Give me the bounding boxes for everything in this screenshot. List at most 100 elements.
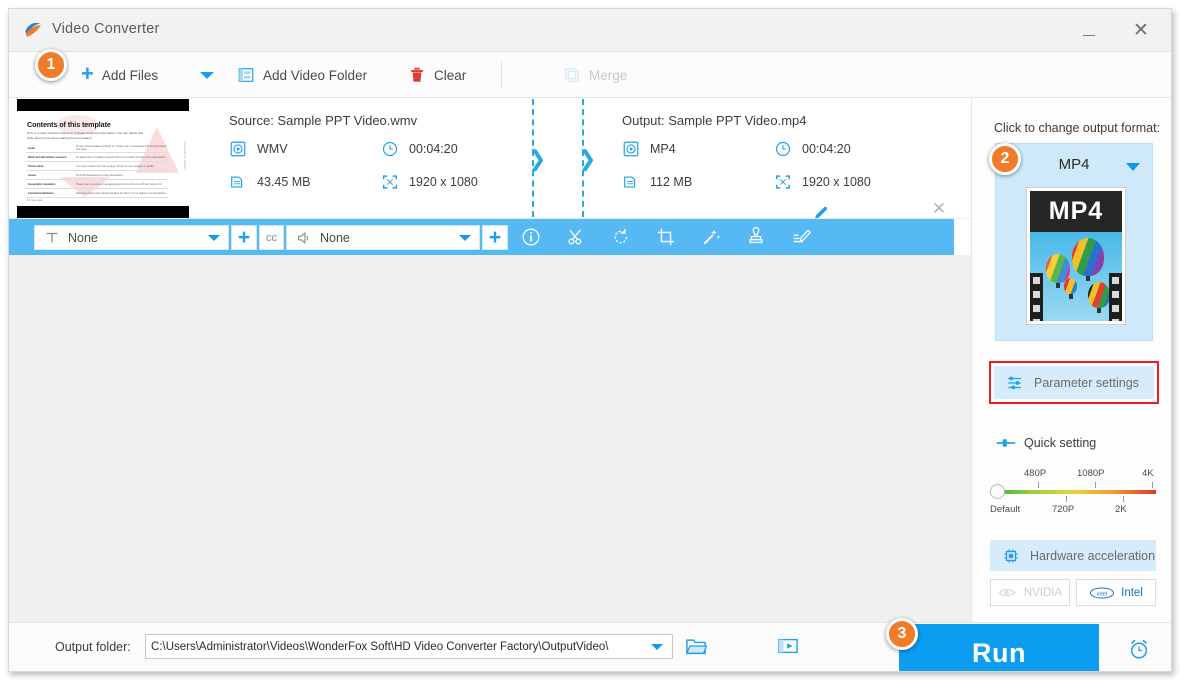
source-size: 43.45 MB (229, 173, 311, 191)
close-icon: ✕ (1133, 20, 1149, 41)
slide-subtitle: Here is a slide structure based on a The… (27, 131, 144, 141)
alarm-clock-icon[interactable] (1127, 637, 1151, 661)
slider-knob[interactable] (990, 484, 1005, 499)
audio-track-select[interactable]: None (286, 225, 480, 250)
add-subtitle-button[interactable]: + (231, 225, 257, 250)
video-thumbnail[interactable]: Contents of this template Here is a slid… (17, 99, 189, 218)
balloon-icon (1088, 282, 1110, 308)
remove-file-button[interactable]: ✕ (928, 198, 950, 220)
run-label: Run (972, 637, 1026, 668)
file-list-item[interactable]: Contents of this template Here is a slid… (9, 98, 971, 219)
subtitle-settings-button[interactable]: cc (259, 225, 284, 250)
output-format-panel: Click to change output format: MP4 MP4 P… (971, 98, 1171, 622)
slider-label-480p: 480P (1024, 468, 1047, 479)
slider-label-4k: 4K (1142, 468, 1154, 479)
nvidia-eye-icon (998, 589, 1016, 596)
slide-cell-val: All of the assessment of the presentatio… (76, 173, 124, 177)
title-bar: Video Converter ✕ (9, 9, 1171, 52)
add-video-folder-label: Add Video Folder (263, 67, 368, 83)
clear-button[interactable]: Clear (402, 52, 472, 98)
step-badge-1: 1 (35, 49, 67, 81)
subtitle-select[interactable]: None (34, 225, 229, 250)
slider-small-icon (996, 439, 1016, 447)
chevron-down-icon (208, 234, 220, 241)
slide-table-row: Goals To see what template currently is. … (26, 144, 168, 153)
effects-wand-icon[interactable] (701, 227, 721, 247)
crop-icon[interactable] (656, 227, 676, 247)
file-size-icon (624, 176, 636, 188)
chevron-down-icon[interactable] (1126, 163, 1140, 171)
slide-cell-val: To see what template currently is. Creat… (76, 145, 167, 151)
slide-cell-key: Goals (28, 146, 36, 150)
slider-track (998, 490, 1156, 494)
edit-toolbar: None + cc None + (9, 219, 954, 255)
run-button[interactable]: Run (899, 624, 1099, 671)
filmstrip-right (1109, 273, 1122, 321)
gpu-nvidia-label: NVIDIA (1023, 586, 1063, 599)
hardware-acceleration-button[interactable]: Hardware acceleration (990, 540, 1156, 571)
intel-logo-icon: intel (1090, 586, 1115, 599)
gpu-intel-button[interactable]: intel Intel (1076, 579, 1156, 606)
format-thumb-picture (1030, 232, 1122, 321)
close-button[interactable]: ✕ (1119, 9, 1163, 52)
video-preview-icon[interactable] (777, 636, 799, 656)
merge-icon (565, 68, 579, 82)
source-info-block: Source: Sample PPT Video.wmv WMV 43.45 M… (209, 98, 509, 218)
source-format: WMV (229, 140, 288, 158)
info-icon[interactable] (521, 227, 541, 247)
parameter-settings-highlight (989, 361, 1159, 404)
minimize-button[interactable] (1067, 9, 1111, 52)
speaker-icon (298, 231, 309, 244)
source-duration: 00:04:20 (381, 140, 458, 158)
source-duration-label: 00:04:20 (409, 142, 458, 156)
gpu-toggle-group: NVIDIA intel Intel (990, 579, 1156, 606)
cc-label: cc (266, 231, 277, 244)
output-duration: 00:04:20 (774, 140, 851, 158)
watermark-stamp-icon[interactable] (746, 227, 766, 247)
slide-cell-val: An assortment of quality research items … (76, 155, 167, 159)
slide-cell-val: Take one assortment criteria will allow … (76, 191, 167, 195)
trim-scissors-icon[interactable] (566, 227, 586, 247)
file-size-icon (231, 176, 243, 188)
rotate-icon[interactable] (611, 227, 631, 247)
svg-text:intel: intel (1097, 591, 1108, 597)
format-card[interactable]: MP4 MP4 (995, 143, 1153, 341)
slide-cell-key: Theme ideas (28, 164, 44, 168)
folder-open-icon[interactable] (685, 636, 707, 656)
filmstrip-left (1030, 273, 1043, 321)
subtitle-edit-icon[interactable] (791, 227, 811, 247)
slide-cell-val: You never need more than a page number t… (76, 164, 155, 168)
panel-header: Click to change output format: (994, 121, 1161, 135)
add-files-button[interactable]: + Add Files (75, 52, 164, 98)
source-format-label: WMV (257, 142, 288, 156)
output-size-label: 112 MB (650, 175, 693, 189)
slider-label-720p: 720P (1052, 504, 1075, 515)
source-resolution-label: 1920 x 1080 (409, 175, 478, 189)
balloon-icon (1072, 238, 1104, 276)
slider-label-2k: 2K (1115, 504, 1127, 515)
quality-slider[interactable]: 480P 1080P 4K Default 720P 2K (990, 466, 1160, 526)
add-audio-button[interactable]: + (482, 225, 508, 250)
application-window: Video Converter ✕ + Add Files Add Video … (8, 8, 1172, 672)
main-toolbar: + Add Files Add Video Folder Clear Merge (9, 52, 1171, 98)
output-resolution-label: 1920 x 1080 (802, 175, 871, 189)
chevron-down-icon (459, 234, 471, 241)
merge-button[interactable]: Merge (557, 52, 633, 98)
slide-footer: For more data: (27, 199, 43, 202)
output-format: MP4 (622, 140, 676, 158)
subtitle-value: None (68, 230, 98, 245)
video-format-icon (230, 141, 246, 157)
flow-arrow-2: ❯ (578, 146, 597, 171)
chevron-down-icon[interactable] (651, 644, 663, 650)
text-subtitle-icon (46, 232, 58, 242)
video-format-icon (623, 141, 639, 157)
quick-setting-label: Quick setting (1024, 436, 1097, 450)
add-files-dropdown-button[interactable] (195, 52, 219, 98)
slide-cell-key: Comments/attributes (28, 191, 54, 195)
toolbar-divider (501, 62, 502, 88)
add-video-folder-button[interactable]: Add Video Folder (231, 52, 373, 98)
gpu-nvidia-button[interactable]: NVIDIA (990, 579, 1070, 606)
add-files-label: Add Files (101, 67, 159, 83)
output-folder-input[interactable]: C:\Users\Administrator\Videos\WonderFox … (145, 634, 673, 659)
edit-tools-group (521, 219, 811, 255)
